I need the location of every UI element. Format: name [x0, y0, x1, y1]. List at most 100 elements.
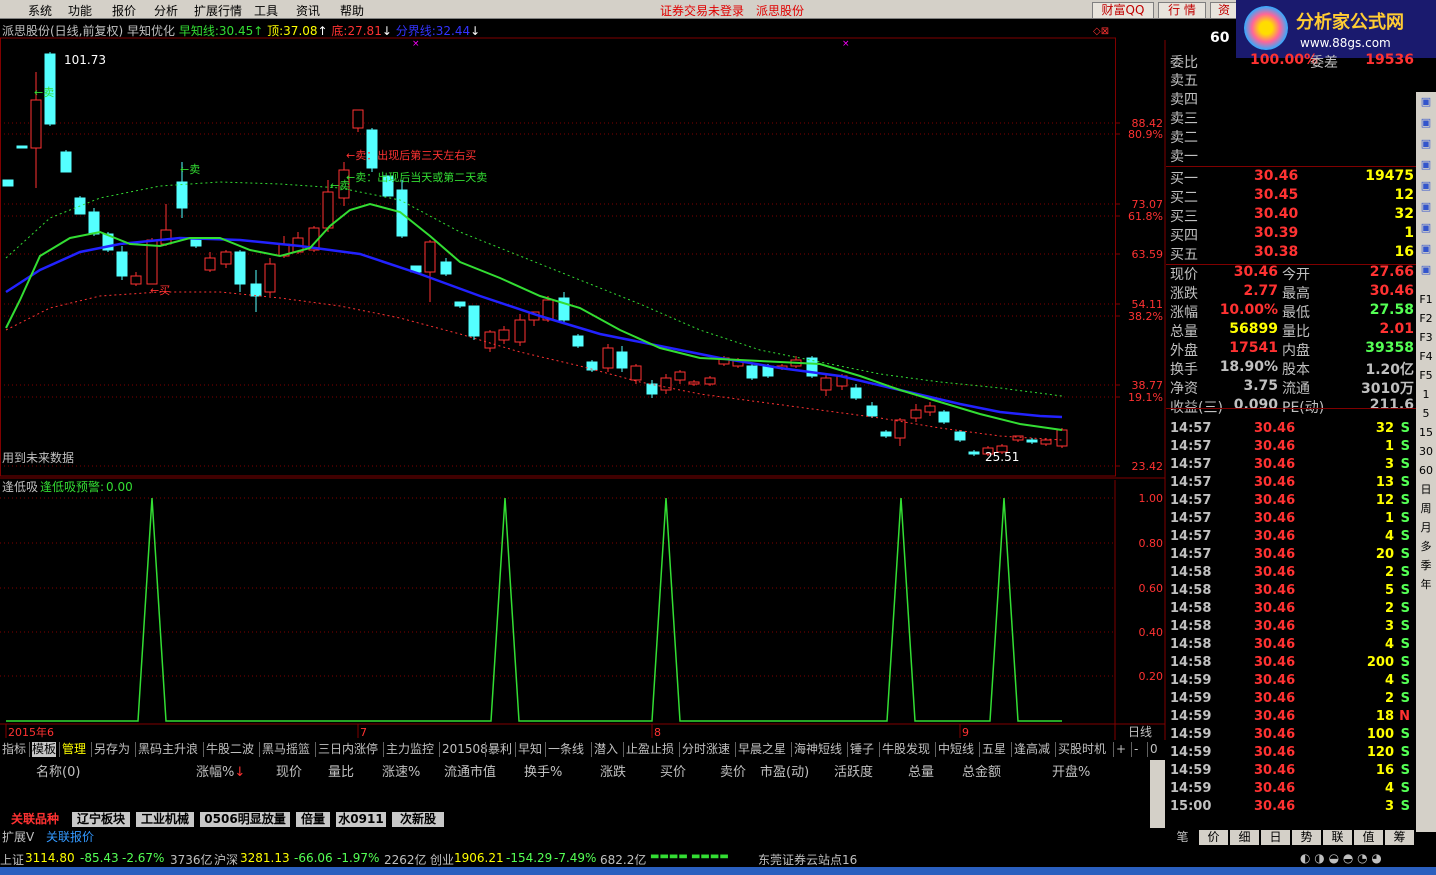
board-tab[interactable]: 倍量 [296, 812, 330, 827]
kline-chart[interactable]: 88.4280.9%73.0761.8%63.5954.1138.2%38.77… [0, 0, 1166, 740]
side-tool-icon[interactable]: ▣ [1417, 134, 1435, 153]
sell-level-row[interactable]: 卖五 [1166, 70, 1416, 89]
indicator-tab[interactable]: 牛股二波 [206, 742, 254, 757]
side-button[interactable]: F4 [1417, 347, 1435, 366]
side-tool-icon[interactable]: ▣ [1417, 260, 1435, 279]
indicator-tab[interactable]: 止盈止损 [626, 742, 674, 757]
indicator-tab[interactable]: 买股时机 [1058, 742, 1106, 757]
side-button[interactable]: 15 [1417, 423, 1435, 442]
indicator-tab[interactable]: 模板 [32, 742, 57, 757]
indicator-tab[interactable]: 潜入 [594, 742, 618, 757]
table-scrollbar[interactable] [1150, 760, 1165, 828]
sell-level-row[interactable]: 卖二 [1166, 127, 1416, 146]
indicator-tab[interactable]: + [1116, 742, 1126, 757]
indicator-tab[interactable]: 管理 [62, 742, 86, 757]
side-tool-icon[interactable]: ▣ [1417, 176, 1435, 195]
sell-level-row[interactable]: 卖三 [1166, 108, 1416, 127]
indicator-tab[interactable]: 中短线 [938, 742, 974, 757]
board-tab[interactable]: 水0911 [336, 812, 386, 827]
quote-tab[interactable]: 筹 [1385, 830, 1414, 845]
side-tool-icon[interactable]: ▣ [1417, 218, 1435, 237]
side-button[interactable]: 周 [1417, 499, 1435, 518]
indicator-tab[interactable]: 牛股发现 [882, 742, 930, 757]
table-header[interactable]: 市盈(动) [760, 761, 809, 780]
table-header[interactable]: 涨跌 [600, 761, 626, 780]
indicator-tab[interactable]: 五星 [982, 742, 1006, 757]
chart-close-icon[interactable]: ◇⊠ [1093, 26, 1109, 37]
side-button[interactable]: 年 [1417, 575, 1435, 594]
table-header[interactable]: 活跃度 [834, 761, 873, 780]
quote-tab[interactable]: 联 [1323, 830, 1352, 845]
sell-level-row[interactable]: 卖四 [1166, 89, 1416, 108]
side-tool-icon[interactable]: ▣ [1417, 92, 1435, 111]
indicator-tab[interactable]: 早知 [518, 742, 542, 757]
buy-level-row[interactable]: 买一 30.46 19475 [1166, 168, 1416, 187]
side-button[interactable]: F2 [1417, 309, 1435, 328]
indicator-tab[interactable]: 暴利 [488, 742, 512, 757]
ext-tab[interactable]: 关联报价 [46, 830, 94, 844]
indicator-tab[interactable]: - [1134, 742, 1138, 757]
table-header[interactable]: 总金额 [962, 761, 1001, 780]
board-tab[interactable]: 关联品种 [4, 812, 66, 827]
table-header[interactable]: 总量 [908, 761, 934, 780]
indicator-tab[interactable]: 一条线 [548, 742, 584, 757]
board-tab[interactable]: 工业机械 [136, 812, 194, 827]
buy-level-row[interactable]: 买三 30.40 32 [1166, 206, 1416, 225]
table-header[interactable]: 买价 [660, 761, 686, 780]
ext-tab[interactable]: 扩展V [2, 830, 34, 844]
side-button[interactable]: 1 [1417, 385, 1435, 404]
table-header[interactable]: 流通市值 [444, 761, 496, 780]
table-header[interactable]: 名称(0) [36, 761, 80, 780]
indicator-tab[interactable]: 0 [1150, 742, 1158, 757]
indicator-tab[interactable]: 三日内涨停 [318, 742, 378, 757]
period-label[interactable]: 日线 [1128, 725, 1152, 739]
buy-level-row[interactable]: 买二 30.45 12 [1166, 187, 1416, 206]
table-header[interactable]: 换手% [524, 761, 562, 780]
side-tool-icon[interactable]: ▣ [1417, 155, 1435, 174]
table-header[interactable]: 涨速% [382, 761, 420, 780]
side-button[interactable]: 多 [1417, 537, 1435, 556]
indicator-tab[interactable]: 黑码主升浪 [138, 742, 198, 757]
side-button[interactable]: 60 [1417, 461, 1435, 480]
indicator-tab[interactable]: 早晨之星 [738, 742, 786, 757]
indicator-tab[interactable]: 锤子 [850, 742, 874, 757]
indicator-tab[interactable]: 逢高减 [1014, 742, 1050, 757]
quote-tab[interactable]: 笔 [1168, 830, 1197, 845]
side-button[interactable]: 季 [1417, 556, 1435, 575]
board-tab[interactable]: 次新股 [392, 812, 444, 827]
side-button[interactable]: 30 [1417, 442, 1435, 461]
indicator-tab[interactable]: 201508 [442, 742, 488, 757]
indicator-tab[interactable]: 黑马摇篮 [262, 742, 310, 757]
side-button[interactable]: 月 [1417, 518, 1435, 537]
side-tool-icon[interactable]: ▣ [1417, 239, 1435, 258]
quote-tab[interactable]: 值 [1354, 830, 1383, 845]
indicator-tab[interactable]: 分时涨速 [682, 742, 730, 757]
table-header[interactable]: 量比 [328, 761, 354, 780]
side-button[interactable]: F1 [1417, 290, 1435, 309]
indicator-tab[interactable]: 主力监控 [386, 742, 434, 757]
table-header[interactable]: 现价 [276, 761, 302, 780]
quote-tab[interactable]: 细 [1230, 830, 1259, 845]
table-header[interactable]: 涨幅%↓ [196, 761, 245, 780]
indicator-tab[interactable]: 海神短线 [794, 742, 842, 757]
side-tool-icon[interactable]: ▣ [1417, 197, 1435, 216]
quote-tab[interactable]: 价 [1199, 830, 1228, 845]
indicator-tab[interactable]: 另存为 [94, 742, 130, 757]
board-tab[interactable]: 0506明显放量 [200, 812, 290, 827]
indicator-tab[interactable]: 指标 [2, 742, 26, 757]
side-button[interactable]: 日 [1417, 480, 1435, 499]
buy-level-row[interactable]: 买四 30.39 1 [1166, 225, 1416, 244]
side-tool-icon[interactable]: ▣ [1417, 113, 1435, 132]
side-button[interactable]: 5 [1417, 404, 1435, 423]
info-button[interactable]: 资 [1210, 2, 1238, 19]
board-tab[interactable]: 辽宁板块 [72, 812, 130, 827]
buy-level-row[interactable]: 买五 30.38 16 [1166, 244, 1416, 263]
sell-level-row[interactable]: 卖一 [1166, 146, 1416, 165]
quote-tab[interactable]: 日 [1261, 830, 1290, 845]
candle-up [1012, 435, 1024, 441]
table-header[interactable]: 卖价 [720, 761, 746, 780]
side-button[interactable]: F3 [1417, 328, 1435, 347]
table-header[interactable]: 开盘% [1052, 761, 1090, 780]
side-button[interactable]: F5 [1417, 366, 1435, 385]
quote-tab[interactable]: 势 [1292, 830, 1321, 845]
